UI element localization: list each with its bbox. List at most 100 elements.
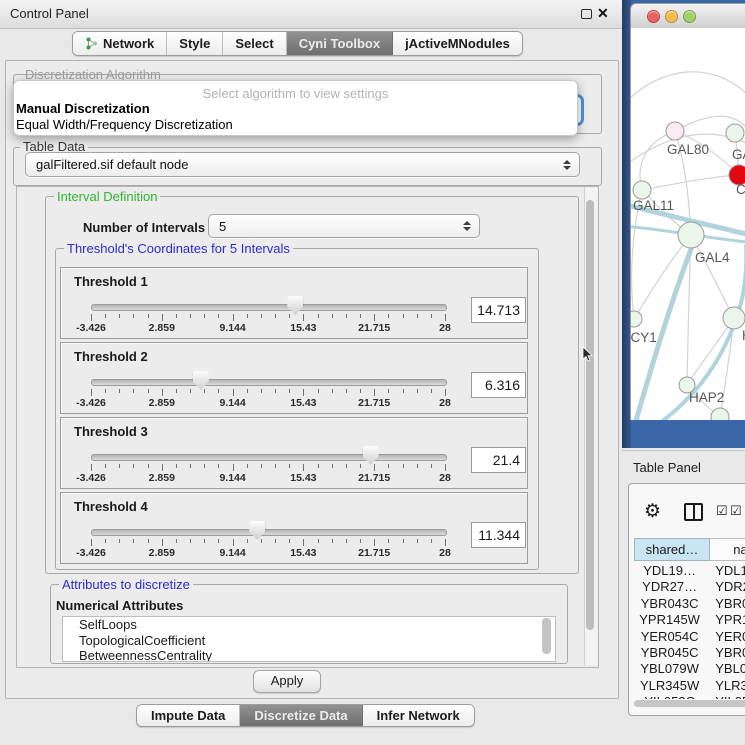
tab-infer-network[interactable]: Infer Network xyxy=(363,705,474,726)
slider-track[interactable] xyxy=(91,529,447,536)
cell-shared-name[interactable]: YPR145W xyxy=(634,612,705,628)
tab-cyni-toolbox[interactable]: Cyni Toolbox xyxy=(287,32,393,55)
slider-tick xyxy=(388,389,389,393)
slider-tick-label: -3.426 xyxy=(76,472,106,484)
table-row[interactable]: YPR145WYPR145W xyxy=(634,612,745,628)
tab-style[interactable]: Style xyxy=(167,32,223,55)
threshold-label: Threshold 2 xyxy=(74,349,148,364)
deselect-all-checkbox-icon[interactable]: ☑ xyxy=(730,503,742,519)
column-header-shared-name[interactable]: shared… xyxy=(634,538,710,561)
slider-track[interactable] xyxy=(91,304,447,311)
slider-tick xyxy=(388,464,389,468)
cell-name[interactable]: YER054C xyxy=(705,629,745,645)
cell-shared-name[interactable]: YDR27… xyxy=(634,579,705,595)
network-node[interactable] xyxy=(711,408,729,420)
slider-tick xyxy=(176,314,177,318)
numerical-attributes-list[interactable]: SelfLoopsTopologicalCoefficientBetweenne… xyxy=(62,616,556,662)
cell-shared-name[interactable]: YLR345W xyxy=(634,678,705,694)
network-canvas[interactable]: GAL80GACGAL11GAL4GCY1HHAP2 xyxy=(630,28,745,420)
cell-name[interactable]: YBL079W xyxy=(705,661,745,677)
tab-network[interactable]: Network xyxy=(73,32,167,55)
network-node[interactable] xyxy=(631,311,642,327)
cell-shared-name[interactable]: YDL19… xyxy=(634,563,705,579)
threshold-value-input[interactable]: 21.4 xyxy=(471,447,526,473)
slider-tick xyxy=(431,389,432,393)
slider-tick-label: 2.859 xyxy=(149,322,175,334)
slider-tick-label: 15.43 xyxy=(290,472,316,484)
table-row[interactable]: YDR27…YDR27 xyxy=(634,579,745,595)
network-node[interactable] xyxy=(678,222,704,248)
column-header-name[interactable]: name xyxy=(710,538,745,561)
threshold-value-input[interactable]: 6.316 xyxy=(471,372,526,398)
cell-name[interactable]: YBR045C xyxy=(705,645,745,661)
algorithm-option-equal-width-frequency-discretization[interactable]: Equal Width/Frequency Discretization xyxy=(14,117,577,133)
slider-tick xyxy=(247,389,248,393)
attribute-item-topologicalcoefficient[interactable]: TopologicalCoefficient xyxy=(63,633,555,649)
slider-tick xyxy=(445,389,446,396)
slider-thumb[interactable] xyxy=(193,371,209,390)
close-traffic-light-icon[interactable] xyxy=(647,10,660,23)
attribute-item-betweennesscentrality[interactable]: BetweennessCentrality xyxy=(63,648,555,662)
table-row[interactable]: YDL19…YDL19 xyxy=(634,563,745,579)
minimize-traffic-light-icon[interactable] xyxy=(665,10,678,23)
close-icon[interactable]: ✕ xyxy=(597,5,609,22)
cell-name[interactable]: YDR27 xyxy=(705,579,745,595)
network-node[interactable] xyxy=(633,181,651,199)
slider-thumb[interactable] xyxy=(249,521,265,540)
network-edge[interactable] xyxy=(691,235,734,318)
split-columns-icon[interactable] xyxy=(684,503,703,521)
gear-icon[interactable]: ⚙ xyxy=(644,500,661,523)
vertical-scrollbar-thumb[interactable] xyxy=(586,200,594,630)
table-row[interactable]: YBR045CYBR045C xyxy=(634,645,745,661)
slider-tick xyxy=(190,389,191,393)
apply-button[interactable]: Apply xyxy=(253,670,321,693)
cell-shared-name[interactable]: YBL079W xyxy=(634,661,705,677)
algorithm-option-manual-discretization[interactable]: Manual Discretization xyxy=(14,101,577,117)
table-row[interactable]: YLR345WYLR345W xyxy=(634,678,745,694)
table-row[interactable]: YBL079WYBL079W xyxy=(634,661,745,677)
threshold-label: Threshold 3 xyxy=(74,424,148,439)
table-row[interactable]: YBR043CYBR043C xyxy=(634,596,745,612)
select-all-checkbox-icon[interactable]: ☑ xyxy=(716,503,728,519)
horizontal-scrollbar-thumb[interactable] xyxy=(634,700,745,707)
number-of-intervals-combobox[interactable]: 5 xyxy=(208,214,480,238)
network-node[interactable] xyxy=(726,124,744,142)
slider-track[interactable] xyxy=(91,379,447,386)
cell-name[interactable]: YPR145W xyxy=(705,612,745,628)
cell-shared-name[interactable]: YBR045C xyxy=(634,645,705,661)
slider-tick xyxy=(162,389,163,396)
table-row[interactable]: YER054CYER054C xyxy=(634,629,745,645)
network-edge[interactable] xyxy=(631,72,745,105)
network-window-titlebar[interactable] xyxy=(630,3,745,29)
network-node[interactable] xyxy=(666,122,684,140)
network-edge[interactable] xyxy=(642,175,739,190)
slider-thumb[interactable] xyxy=(287,296,303,315)
network-graph: GAL80GACGAL11GAL4GCY1HHAP2 xyxy=(631,28,745,420)
attribute-item-selfloops[interactable]: SelfLoops xyxy=(63,617,555,633)
cell-name[interactable]: YLR345W xyxy=(705,678,745,694)
tab-impute-data[interactable]: Impute Data xyxy=(137,705,240,726)
float-window-icon[interactable] xyxy=(581,9,592,19)
tab-jactivemnodules[interactable]: jActiveMNodules xyxy=(393,32,522,55)
zoom-traffic-light-icon[interactable] xyxy=(683,10,696,23)
cell-shared-name[interactable]: YBR043C xyxy=(634,596,705,612)
slider-tick xyxy=(374,389,375,396)
slider-tick xyxy=(261,539,262,543)
attributes-list-scrollbar-thumb[interactable] xyxy=(542,618,551,654)
slider-track[interactable] xyxy=(91,454,447,461)
combobox-arrows-icon xyxy=(463,221,471,231)
cell-name[interactable]: YDL19 xyxy=(705,563,745,579)
slider-tick-label: 2.859 xyxy=(149,547,175,559)
threshold-value-input[interactable]: 11.344 xyxy=(471,522,526,548)
threshold-value-input[interactable]: 14.713 xyxy=(471,297,526,323)
control-panel-titlebar: Control Panel ✕ xyxy=(0,0,622,29)
network-node[interactable] xyxy=(723,307,745,329)
cell-name[interactable]: YBR043C xyxy=(705,596,745,612)
tab-select[interactable]: Select xyxy=(223,32,286,55)
slider-tick-label: 21.715 xyxy=(358,472,390,484)
slider-tick-label: 15.43 xyxy=(290,397,316,409)
cell-shared-name[interactable]: YER054C xyxy=(634,629,705,645)
table-data-combobox[interactable]: galFiltered.sif default node xyxy=(25,152,580,177)
slider-thumb[interactable] xyxy=(363,446,379,465)
tab-discretize-data[interactable]: Discretize Data xyxy=(240,705,362,726)
